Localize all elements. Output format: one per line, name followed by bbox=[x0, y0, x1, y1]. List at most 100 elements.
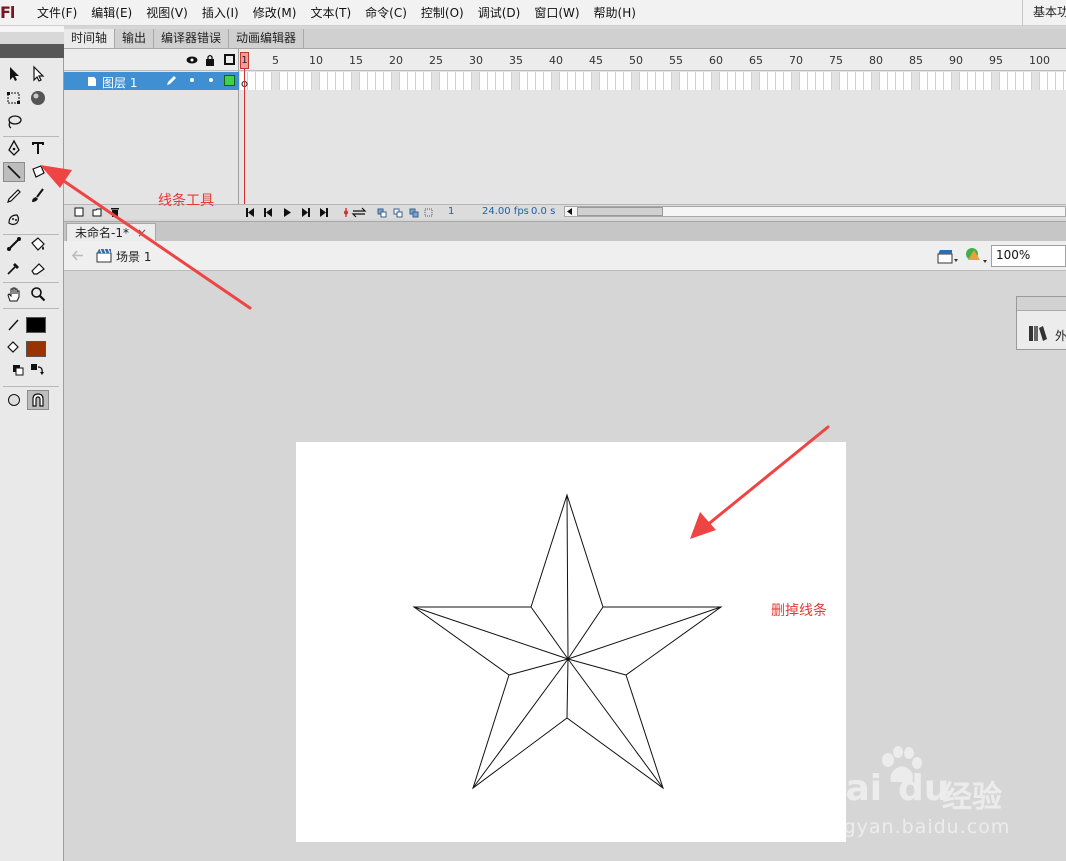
paint-bucket-tool[interactable] bbox=[27, 234, 49, 254]
frame-number: 95 bbox=[989, 54, 1003, 67]
selection-tool[interactable] bbox=[3, 64, 25, 84]
scene-label[interactable]: 场景 1 bbox=[116, 248, 151, 265]
fps-readout[interactable]: 24.00 fps bbox=[482, 206, 529, 217]
snap-to-objects-toggle[interactable] bbox=[27, 390, 49, 410]
sphere-icon bbox=[31, 91, 45, 105]
menu-commands[interactable]: 命令(C) bbox=[358, 0, 414, 26]
fill-color-swatch[interactable] bbox=[26, 341, 46, 357]
edit-scene-icon[interactable] bbox=[937, 247, 959, 265]
pencil-tool[interactable] bbox=[3, 186, 25, 206]
free-transform-tool[interactable] bbox=[3, 88, 25, 108]
menu-window[interactable]: 窗口(W) bbox=[527, 0, 586, 26]
stroke-color-swatch[interactable] bbox=[26, 317, 46, 333]
star-center-line bbox=[567, 658, 627, 676]
stroke-color-tool[interactable] bbox=[3, 314, 25, 334]
new-folder-icon[interactable] bbox=[92, 207, 102, 217]
tools-panel-grip[interactable] bbox=[0, 32, 64, 44]
playhead[interactable]: 1 bbox=[240, 52, 249, 69]
frame-number: 55 bbox=[669, 54, 683, 67]
deco-tool[interactable] bbox=[3, 210, 25, 230]
pen-tool[interactable] bbox=[3, 138, 25, 158]
frame-cell-marker bbox=[352, 72, 360, 90]
frame-cell-marker bbox=[552, 72, 560, 90]
magnifier-icon bbox=[31, 287, 46, 302]
menu-view[interactable]: 视图(V) bbox=[139, 0, 195, 26]
rectangle-tool[interactable] bbox=[27, 162, 49, 182]
bone-tool[interactable] bbox=[3, 234, 25, 254]
eraser-tool[interactable] bbox=[27, 258, 49, 278]
pencil-edit-icon bbox=[167, 76, 176, 85]
frame-cell-marker bbox=[592, 72, 600, 90]
library-books-icon[interactable] bbox=[1028, 324, 1048, 342]
stage-canvas[interactable] bbox=[296, 442, 846, 842]
frame-number: 20 bbox=[389, 54, 403, 67]
menu-edit[interactable]: 编辑(E) bbox=[84, 0, 139, 26]
timeline-scroll-thumb[interactable] bbox=[577, 207, 663, 216]
frame-cell-marker bbox=[1032, 72, 1040, 90]
transform-icon bbox=[7, 92, 20, 104]
timeline-scrollbar[interactable] bbox=[564, 206, 1066, 217]
trash-icon[interactable] bbox=[110, 207, 120, 217]
star-drawing[interactable] bbox=[296, 442, 846, 842]
frame-number: 10 bbox=[309, 54, 323, 67]
layer-row[interactable]: 图层 1 bbox=[64, 72, 239, 90]
star-center-line bbox=[413, 606, 569, 660]
text-tool[interactable] bbox=[27, 138, 49, 158]
onion-skin-controls-icon[interactable] bbox=[343, 207, 433, 218]
lasso-tool[interactable] bbox=[3, 112, 25, 132]
tab-motion-editor[interactable]: 动画编辑器 bbox=[229, 29, 305, 48]
eyedropper-tool[interactable] bbox=[3, 258, 25, 278]
rectangle-icon bbox=[32, 165, 45, 178]
menu-modify[interactable]: 修改(M) bbox=[246, 0, 304, 26]
frame-cell-marker bbox=[872, 72, 880, 90]
tab-compiler-errors[interactable]: 编译器错误 bbox=[154, 29, 230, 48]
menu-control[interactable]: 控制(O) bbox=[414, 0, 471, 26]
menu-insert[interactable]: 插入(I) bbox=[195, 0, 246, 26]
tools-separator bbox=[3, 136, 59, 137]
tools-separator bbox=[3, 308, 59, 309]
scene-clapper-icon bbox=[96, 248, 112, 263]
zoom-input[interactable]: 100% bbox=[991, 245, 1066, 267]
fill-color-tool[interactable] bbox=[3, 338, 25, 358]
floating-panel-grip[interactable] bbox=[1017, 297, 1066, 311]
menu-text[interactable]: 文本(T) bbox=[303, 0, 358, 26]
brush-tool[interactable] bbox=[27, 186, 49, 206]
frame-number: 5 bbox=[272, 54, 279, 67]
frame-number: 15 bbox=[349, 54, 363, 67]
document-tab[interactable]: 未命名-1* × bbox=[66, 223, 157, 242]
menu-help[interactable]: 帮助(H) bbox=[587, 0, 643, 26]
playback-controls-icon[interactable] bbox=[246, 207, 334, 218]
visibility-dot[interactable] bbox=[190, 78, 194, 82]
frame-cell-marker bbox=[672, 72, 680, 90]
menu-debug[interactable]: 调试(D) bbox=[471, 0, 528, 26]
frames-track[interactable] bbox=[240, 72, 1066, 90]
new-layer-icon[interactable] bbox=[74, 207, 84, 217]
tab-output[interactable]: 输出 bbox=[115, 29, 155, 48]
subselection-tool[interactable] bbox=[27, 64, 49, 84]
line-icon bbox=[7, 165, 21, 179]
layer-page-icon bbox=[88, 77, 96, 86]
deco-spray-icon bbox=[8, 214, 20, 226]
object-drawing-toggle[interactable] bbox=[3, 390, 25, 410]
menu-file[interactable]: 文件(F) bbox=[30, 0, 84, 26]
hand-tool[interactable] bbox=[3, 284, 25, 304]
zoom-tool[interactable] bbox=[27, 284, 49, 304]
edit-symbols-icon[interactable] bbox=[964, 246, 988, 266]
layer-outline-color[interactable] bbox=[224, 75, 235, 86]
frame-cell-marker bbox=[512, 72, 520, 90]
tab-timeline[interactable]: 时间轴 bbox=[64, 29, 116, 48]
workspace-switcher[interactable]: 基本功 bbox=[1022, 0, 1066, 26]
subselect-arrow-icon bbox=[33, 65, 45, 82]
star-center-line bbox=[472, 658, 569, 789]
close-icon[interactable]: × bbox=[137, 226, 147, 240]
lock-dot[interactable] bbox=[209, 78, 213, 82]
swap-colors-button[interactable] bbox=[26, 360, 48, 380]
line-tool[interactable] bbox=[3, 162, 25, 182]
scroll-left-icon[interactable] bbox=[567, 208, 573, 215]
back-arrow-icon[interactable] bbox=[72, 250, 84, 261]
floating-panel: 外 bbox=[1016, 296, 1066, 350]
3d-rotation-tool[interactable] bbox=[27, 88, 49, 108]
panel-tabs: 时间轴 输出 编译器错误 动画编辑器 bbox=[64, 29, 1066, 49]
frame-number: 80 bbox=[869, 54, 883, 67]
hand-icon bbox=[7, 287, 20, 302]
